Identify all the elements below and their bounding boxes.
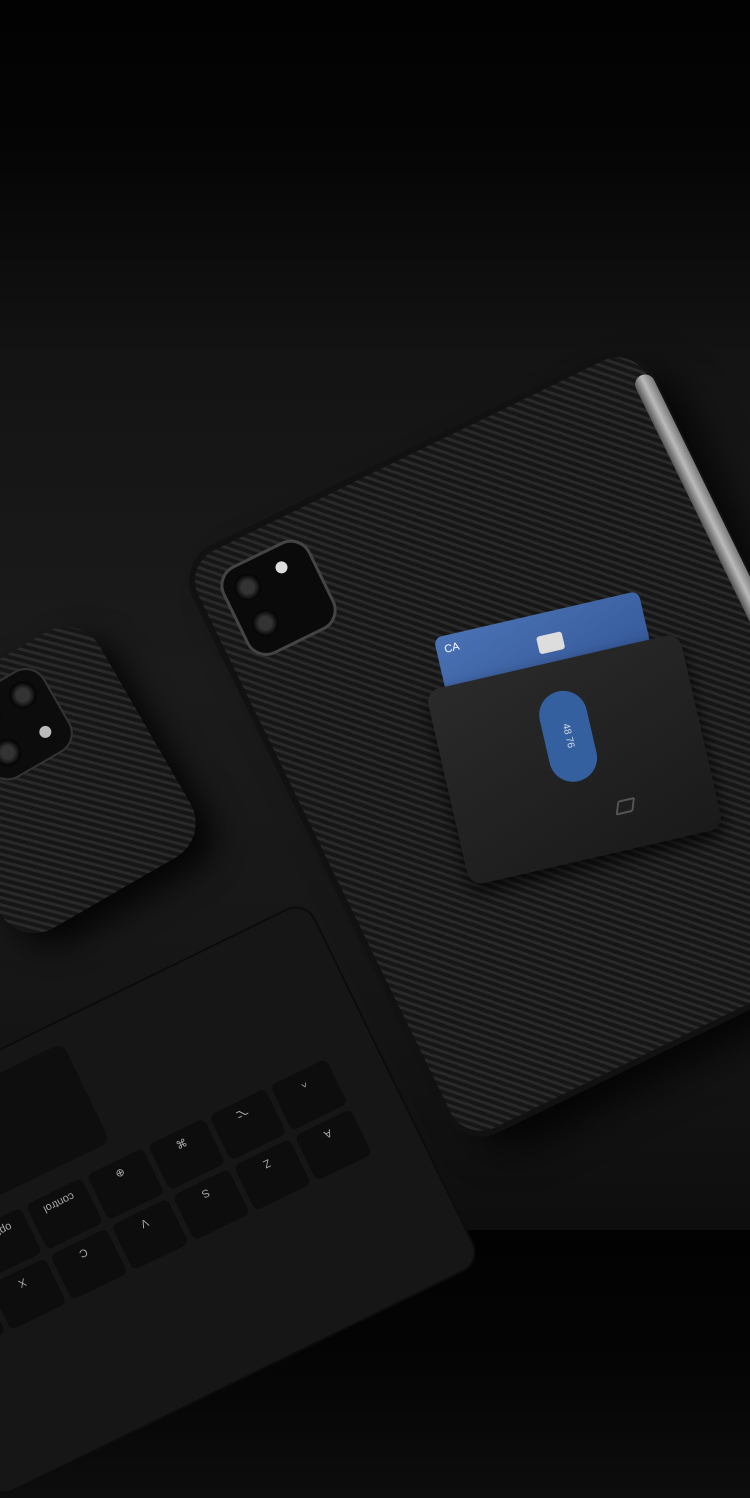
camera-lens <box>245 603 286 644</box>
camera-lens <box>227 567 268 608</box>
phone-camera-module <box>0 660 81 789</box>
flash-icon <box>273 559 290 576</box>
flash-icon <box>37 723 54 741</box>
brand-logo-icon <box>615 796 635 816</box>
card-chip <box>535 631 566 655</box>
wallet-window: 48 76 <box>534 686 602 787</box>
phone-case <box>0 612 211 948</box>
camera-lens <box>2 674 44 716</box>
camera-lens <box>0 732 29 774</box>
tablet-camera-module <box>213 532 345 664</box>
camera-lens <box>0 695 8 737</box>
card-text: CA <box>443 640 461 656</box>
